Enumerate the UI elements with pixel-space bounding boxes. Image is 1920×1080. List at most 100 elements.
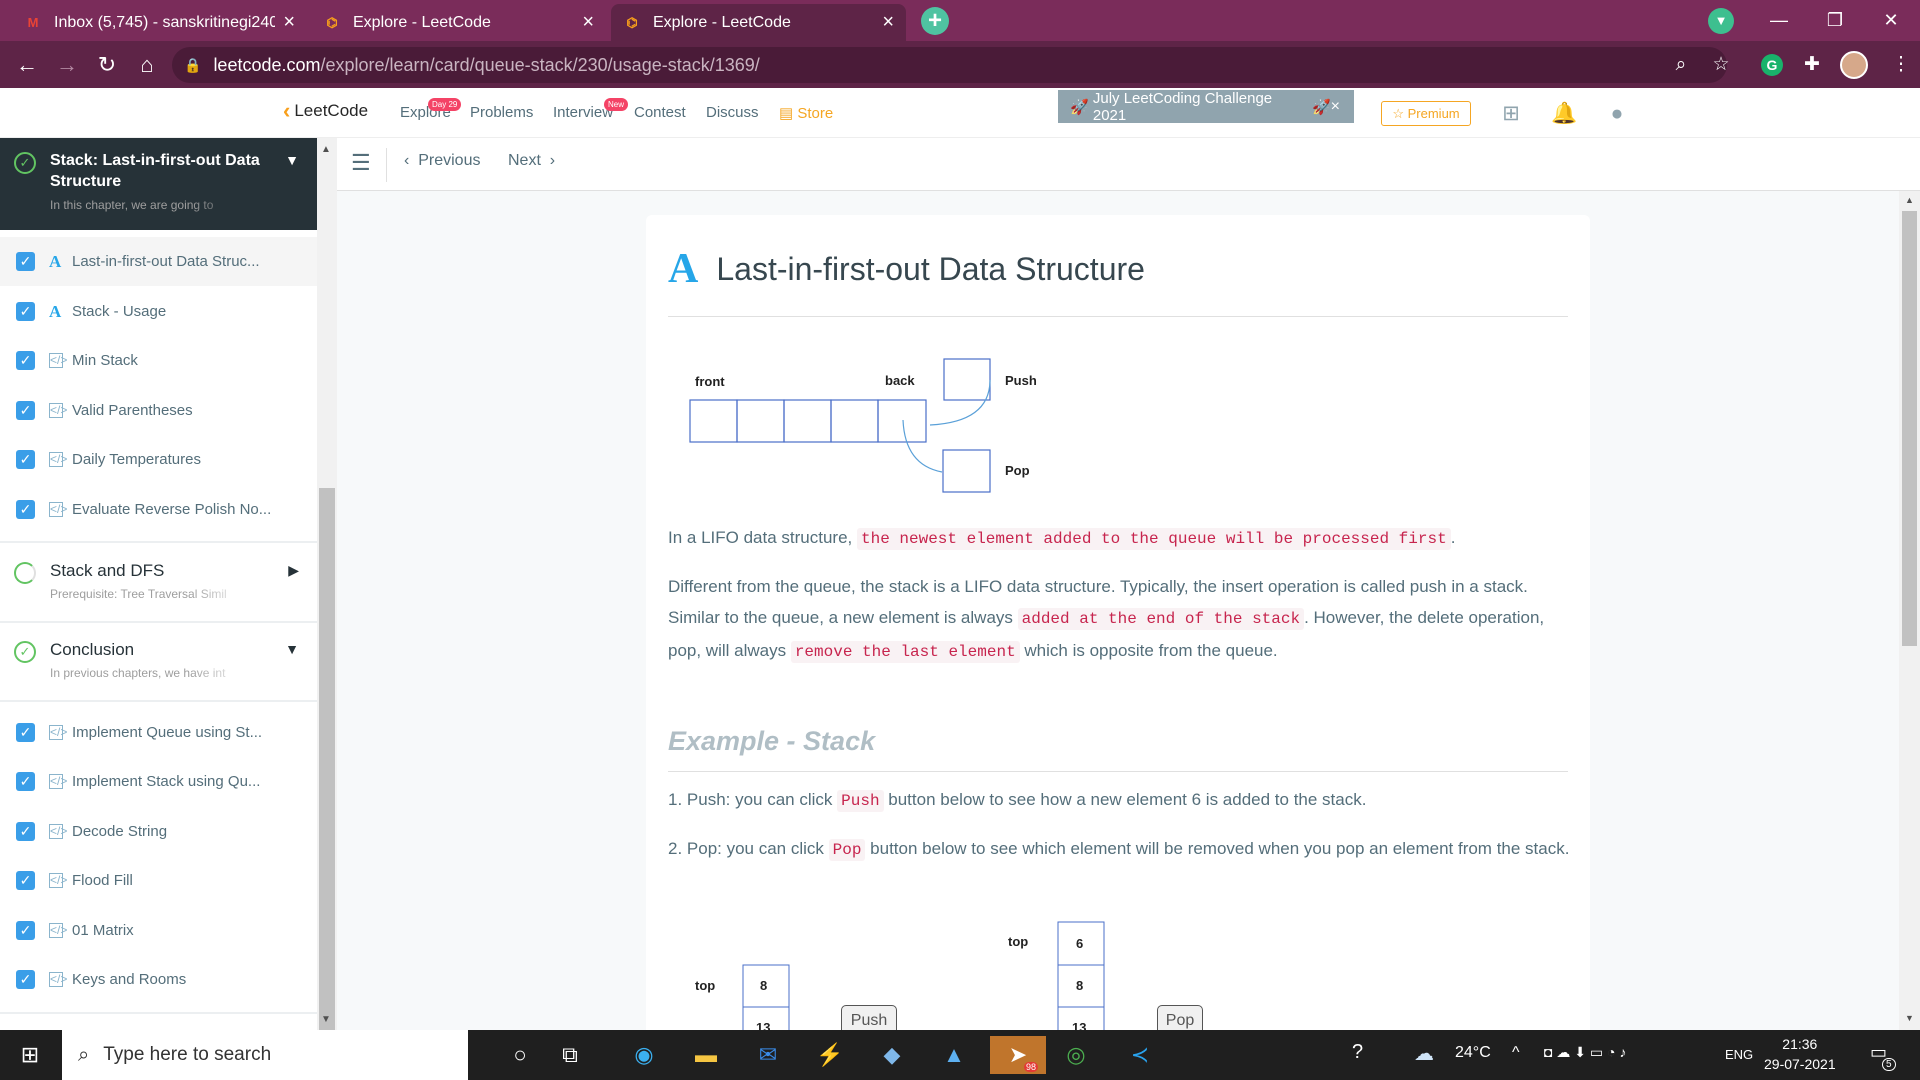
close-icon[interactable]: × <box>1331 98 1340 116</box>
leetcode-logo[interactable]: ‹ LeetCode <box>283 98 368 124</box>
zoom-icon[interactable]: ⌕ <box>1666 50 1696 80</box>
back-icon[interactable]: ← <box>12 50 42 80</box>
home-icon[interactable]: ⌂ <box>132 50 162 80</box>
telegram-icon[interactable]: ➤ 98 <box>990 1036 1046 1074</box>
weather-temperature[interactable]: 24°C <box>1455 1044 1491 1062</box>
chapter-title: Stack and DFS <box>50 561 165 580</box>
sidebar-item-flood-fill[interactable]: ✓ </> Flood Fill <box>0 856 317 905</box>
vscode-icon[interactable]: ≺ <box>1120 1036 1160 1074</box>
close-window-button[interactable]: ✕ <box>1862 0 1920 41</box>
forward-icon[interactable]: → <box>52 50 82 80</box>
checkbox-checked-icon: ✓ <box>16 723 35 742</box>
user-icon[interactable]: ● <box>1604 101 1630 127</box>
sidebar-item-decode-string[interactable]: ✓ </> Decode String <box>0 807 317 856</box>
close-icon[interactable]: × <box>882 11 894 34</box>
restore-button[interactable]: ❐ <box>1806 0 1864 41</box>
tab-leetcode-active[interactable]: ⌬ Explore - LeetCode × <box>611 4 906 41</box>
bell-icon[interactable]: 🔔 <box>1551 101 1577 127</box>
scroll-down-icon[interactable]: ▼ <box>1905 1013 1914 1023</box>
caret-down-icon[interactable]: ▼ <box>285 152 299 168</box>
url-path: /explore/learn/card/queue-stack/230/usag… <box>320 54 760 75</box>
edge-icon[interactable]: ◉ <box>624 1036 664 1074</box>
divider <box>0 621 317 623</box>
main-scrollbar[interactable]: ▲ ▼ <box>1899 191 1920 1030</box>
previous-button[interactable]: ‹ Previous <box>404 152 480 170</box>
playground-icon[interactable]: ⊞ <box>1498 101 1524 127</box>
chapter-conclusion[interactable]: ✓ Conclusion In previous chapters, we ha… <box>0 627 317 697</box>
sidebar-item-01-matrix[interactable]: ✓ </> 01 Matrix <box>0 906 317 955</box>
help-icon[interactable]: ? <box>1352 1041 1363 1064</box>
profile-sync-icon[interactable]: ▼ <box>1708 8 1734 34</box>
sidebar-item-keys-and-rooms[interactable]: ✓ </> Keys and Rooms <box>0 955 317 1004</box>
sidebar-item-evaluate-rpn[interactable]: ✓ </> Evaluate Reverse Polish No... <box>0 485 317 534</box>
article-icon: A <box>668 246 699 292</box>
text-run: which is opposite from the queue. <box>1019 641 1278 660</box>
task-view-icon[interactable]: ⧉ <box>550 1036 590 1074</box>
hamburger-menu-icon[interactable]: ☰ <box>351 150 371 176</box>
nav-problems[interactable]: Problems <box>470 104 533 121</box>
close-icon[interactable]: × <box>582 11 594 34</box>
tab-gmail[interactable]: M Inbox (5,745) - sanskritinegi2401 × <box>12 4 307 41</box>
url-field[interactable]: 🔒 leetcode.com/explore/learn/card/queue-… <box>172 47 1727 83</box>
language-indicator[interactable]: ENG <box>1725 1047 1753 1062</box>
sidebar-item-lifo[interactable]: ✓ A Last-in-first-out Data Struc... <box>0 237 317 286</box>
avatar[interactable] <box>1840 51 1868 79</box>
nav-store[interactable]: ▤ Store <box>779 104 833 122</box>
app-bolt-icon[interactable]: ⚡ <box>810 1036 850 1074</box>
premium-button[interactable]: ☆ Premium <box>1381 101 1471 126</box>
checkbox-checked-icon: ✓ <box>16 921 35 940</box>
caret-right-icon[interactable]: ▶ <box>288 562 299 579</box>
close-icon[interactable]: × <box>283 11 295 34</box>
chapter-stack-lifo[interactable]: ✓ Stack: Last-in-first-out Data Structur… <box>0 138 317 230</box>
chapter-stack-dfs[interactable]: . Stack and DFS Prerequisite: Tree Trave… <box>0 548 317 618</box>
bookmark-star-icon[interactable]: ☆ <box>1706 50 1736 80</box>
sidebar-item-daily-temperatures[interactable]: ✓ </> Daily Temperatures <box>0 435 317 484</box>
nav-discuss[interactable]: Discuss <box>706 104 759 121</box>
date: 29-07-2021 <box>1764 1056 1836 1072</box>
challenge-banner[interactable]: 🚀 July LeetCoding Challenge 2021 🚀 × <box>1058 89 1354 124</box>
queue-cells <box>689 358 991 493</box>
scroll-down-icon[interactable]: ▼ <box>321 1014 331 1025</box>
clock[interactable]: 21:36 29-07-2021 <box>1764 1034 1836 1074</box>
minimize-button[interactable]: — <box>1750 0 1808 41</box>
time: 21:36 <box>1782 1036 1818 1052</box>
taskbar-search[interactable]: ⌕ Type here to search <box>62 1030 468 1080</box>
scrollbar-thumb[interactable] <box>319 488 335 1080</box>
caret-down-icon[interactable]: ▼ <box>285 641 299 657</box>
code-doc-icon: </> <box>49 923 68 938</box>
extensions-puzzle-icon[interactable]: ✚ <box>1797 50 1827 80</box>
cortana-icon[interactable]: ○ <box>500 1036 540 1074</box>
tray-icons[interactable]: ◘ ☁ ⬇ ▭ ◔ ♪ <box>1544 1044 1626 1061</box>
next-button[interactable]: Next › <box>508 152 555 170</box>
scroll-up-icon[interactable]: ▲ <box>1905 195 1914 205</box>
chapter-subtitle: Prerequisite: Tree Traversal Simil <box>50 587 250 601</box>
tab-leetcode-1[interactable]: ⌬ Explore - LeetCode × <box>311 4 606 41</box>
mail-icon[interactable]: ✉ <box>748 1036 788 1074</box>
3d-box-icon[interactable]: ◆ <box>872 1036 912 1074</box>
inline-code: the newest element added to the queue wi… <box>856 528 1451 550</box>
sidebar-item-valid-parentheses[interactable]: ✓ </> Valid Parentheses <box>0 386 317 435</box>
reload-icon[interactable]: ↻ <box>92 50 122 80</box>
sidebar-item-min-stack[interactable]: ✓ </> Min Stack <box>0 336 317 385</box>
chrome-icon[interactable]: ◎ <box>1056 1036 1096 1074</box>
paragraph-stack-description: Different from the queue, the stack is a… <box>668 571 1570 668</box>
scrollbar-thumb[interactable] <box>1902 211 1917 646</box>
interview-badge: New <box>604 98 629 111</box>
sidebar-item-stack-using-queues[interactable]: ✓ </> Implement Stack using Qu... <box>0 757 317 806</box>
show-hidden-icons[interactable]: ^ <box>1512 1044 1520 1062</box>
sidebar-item-stack-usage[interactable]: ✓ A Stack - Usage <box>0 287 317 336</box>
rocket-icon: 🚀 <box>1070 98 1093 116</box>
new-tab-button[interactable]: + <box>921 7 949 35</box>
photos-icon[interactable]: ▲ <box>934 1036 974 1074</box>
file-explorer-icon[interactable]: ▬ <box>686 1036 726 1074</box>
windows-start-icon[interactable]: ⊞ <box>10 1036 50 1074</box>
sidebar-scrollbar[interactable]: ▲ ▼ <box>317 138 337 1080</box>
challenge-label: July LeetCoding Challenge 2021 <box>1092 89 1273 124</box>
pop-demo-button[interactable]: Pop <box>1157 1005 1203 1030</box>
sidebar-item-queue-using-stacks[interactable]: ✓ </> Implement Queue using St... <box>0 708 317 757</box>
push-demo-button[interactable]: Push <box>841 1005 897 1030</box>
nav-contest[interactable]: Contest <box>634 104 686 121</box>
menu-kebab-icon[interactable]: ⋮ <box>1886 50 1916 80</box>
scroll-up-icon[interactable]: ▲ <box>321 144 331 155</box>
grammarly-extension-icon[interactable]: G <box>1761 54 1783 76</box>
